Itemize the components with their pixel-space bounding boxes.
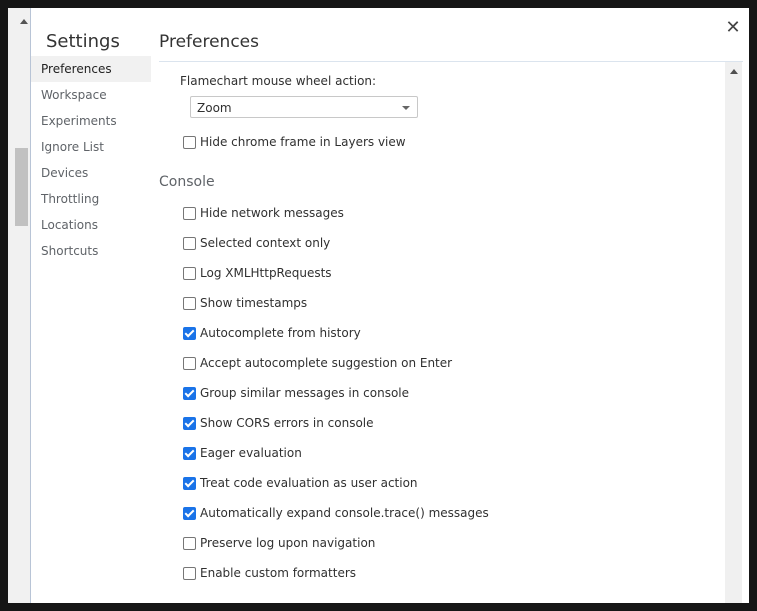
console-option-checkbox[interactable]: Selected context only (183, 235, 330, 251)
checkbox-checked-icon (183, 506, 196, 520)
checkbox-label: Eager evaluation (200, 446, 302, 460)
sidebar-item-devices[interactable]: Devices (31, 160, 151, 186)
scroll-up-arrow-icon[interactable] (730, 69, 738, 74)
flamechart-label: Flamechart mouse wheel action: (180, 74, 377, 88)
checkbox-checked-icon (183, 416, 196, 430)
console-option-checkbox[interactable]: Accept autocomplete suggestion on Enter (183, 355, 452, 371)
header-divider (159, 61, 743, 62)
checkbox-icon (183, 266, 196, 280)
checkbox-icon (183, 236, 196, 250)
checkbox-label: Enable custom formatters (200, 566, 357, 580)
checkbox-label: Hide chrome frame in Layers view (200, 135, 406, 149)
checkbox-label: Accept autocomplete suggestion on Enter (200, 356, 453, 370)
console-option-checkbox[interactable]: Automatically expand console.trace() mes… (183, 505, 489, 521)
close-icon[interactable]: ✕ (725, 19, 741, 37)
checkbox-label: Show CORS errors in console (200, 416, 374, 430)
console-option-checkbox[interactable]: Autocomplete from history (183, 325, 361, 341)
scroll-up-arrow-icon[interactable] (20, 19, 28, 24)
sidebar-item-workspace[interactable]: Workspace (31, 82, 151, 108)
checkbox-label: Treat code evaluation as user action (200, 476, 418, 490)
checkbox-label: Show timestamps (200, 296, 308, 310)
page-title: Preferences (159, 32, 259, 52)
console-option-checkbox[interactable]: Hide network messages (183, 205, 344, 221)
chevron-down-icon (402, 106, 410, 110)
checkbox-label: Hide network messages (200, 206, 344, 220)
console-option-checkbox[interactable]: Log XMLHttpRequests (183, 265, 332, 281)
sidebar-item-shortcuts[interactable]: Shortcuts (31, 238, 151, 264)
flamechart-select[interactable]: Zoom (190, 96, 418, 118)
checkbox-checked-icon (183, 386, 196, 400)
settings-dialog: ✕ Settings Preferences Workspace Experimen… (30, 8, 749, 603)
console-option-checkbox[interactable]: Show timestamps (183, 295, 307, 311)
hide-chrome-frame-checkbox[interactable]: Hide chrome frame in Layers view (183, 134, 406, 150)
sidebar-item-throttling[interactable]: Throttling (31, 186, 151, 212)
checkbox-label: Autocomplete from history (200, 326, 361, 340)
checkbox-label: Log XMLHttpRequests (200, 266, 332, 280)
checkbox-checked-icon (183, 446, 196, 460)
sidebar-item-preferences[interactable]: Preferences (31, 56, 151, 82)
settings-sidebar: Preferences Workspace Experiments Ignore Li… (31, 56, 151, 264)
scrollbar[interactable] (725, 62, 742, 603)
sidebar-item-ignore-list[interactable]: Ignore List (31, 134, 151, 160)
sidebar-item-locations[interactable]: Locations (31, 212, 151, 238)
background-scrollbar-thumb[interactable] (15, 148, 28, 226)
checkbox-checked-icon (183, 476, 196, 490)
console-option-checkbox[interactable]: Show CORS errors in console (183, 415, 374, 431)
console-option-checkbox[interactable]: Preserve log upon navigation (183, 535, 375, 551)
checkbox-icon (183, 536, 196, 550)
console-option-checkbox[interactable]: Enable custom formatters (183, 565, 356, 581)
checkbox-icon (183, 206, 196, 220)
checkbox-checked-icon (183, 326, 196, 340)
console-option-checkbox[interactable]: Group similar messages in console (183, 385, 409, 401)
checkbox-icon (183, 296, 196, 310)
checkbox-label: Group similar messages in console (200, 386, 409, 400)
checkbox-label: Automatically expand console.trace() mes… (200, 506, 489, 520)
checkbox-icon (183, 135, 196, 149)
console-option-checkbox[interactable]: Eager evaluation (183, 445, 302, 461)
console-option-checkbox[interactable]: Treat code evaluation as user action (183, 475, 418, 491)
checkbox-label: Preserve log upon navigation (200, 536, 376, 550)
console-section-title: Console (159, 174, 215, 190)
checkbox-label: Selected context only (200, 236, 331, 250)
background-devtools (8, 8, 31, 603)
checkbox-icon (183, 566, 196, 580)
settings-title: Settings (46, 31, 120, 52)
sidebar-item-experiments[interactable]: Experiments (31, 108, 151, 134)
flamechart-select-value: Zoom (197, 101, 232, 115)
checkbox-icon (183, 356, 196, 370)
